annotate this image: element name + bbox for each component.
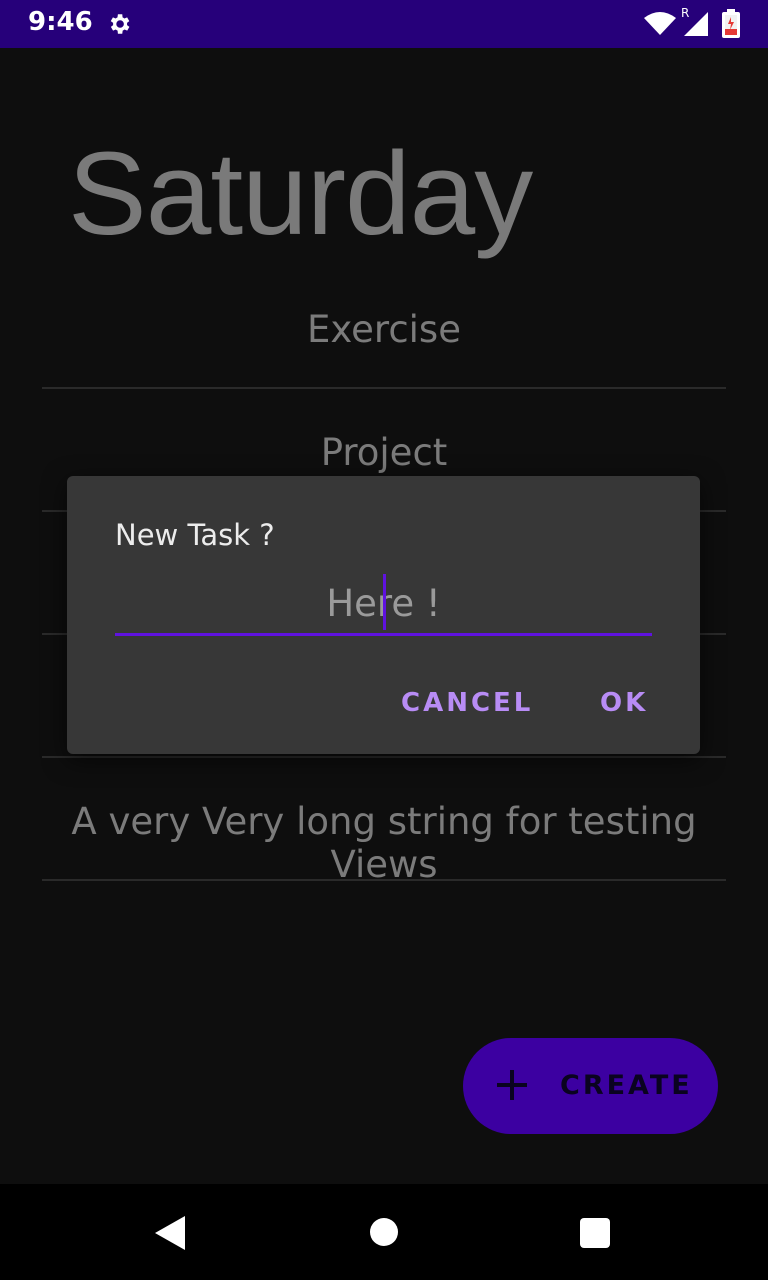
text-caret <box>383 574 386 630</box>
day-title: Saturday <box>68 128 533 260</box>
gear-icon <box>110 14 130 34</box>
plus-icon <box>497 1070 527 1100</box>
task-label: Project <box>320 431 448 474</box>
create-fab-button[interactable]: CREATE <box>463 1038 718 1134</box>
create-label: CREATE <box>560 1070 693 1101</box>
dialog-title: New Task ? <box>115 518 275 552</box>
navigation-bar <box>0 1184 768 1280</box>
task-input-field[interactable]: Here ! <box>115 574 652 636</box>
cancel-button[interactable]: CANCEL <box>401 688 533 718</box>
ok-button[interactable]: OK <box>600 688 648 718</box>
task-row[interactable]: A very Very long string for testing View… <box>42 758 726 886</box>
back-triangle-icon[interactable] <box>155 1216 185 1250</box>
battery-low-icon <box>722 9 740 38</box>
status-bar: 9:46 R <box>0 0 768 48</box>
recents-square-icon[interactable] <box>580 1218 610 1248</box>
wifi-icon <box>644 12 676 35</box>
new-task-dialog: New Task ? Here ! CANCEL OK <box>67 476 700 754</box>
task-label: Exercise <box>307 308 461 351</box>
app-screen: 9:46 R Saturday Exercise Project A very … <box>0 0 768 1280</box>
task-row[interactable]: Exercise <box>42 266 726 389</box>
task-label: A very Very long string for testing View… <box>71 800 697 886</box>
home-circle-icon[interactable] <box>370 1218 398 1246</box>
status-time: 9:46 <box>28 7 93 37</box>
cell-signal-icon <box>684 12 708 36</box>
